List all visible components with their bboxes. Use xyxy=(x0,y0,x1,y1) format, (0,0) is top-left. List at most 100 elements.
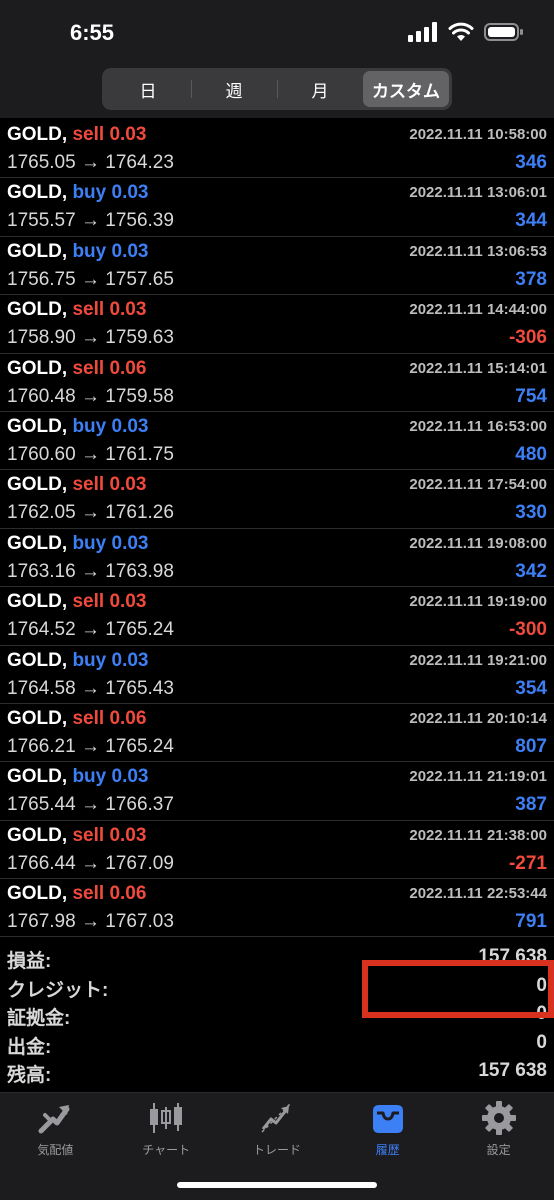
profit-label: 損益: xyxy=(7,951,52,972)
deal-row[interactable]: GOLD, buy 0.03 1764.58 → 1765.43 2022.11.1… xyxy=(0,646,554,704)
deal-symbol: GOLD, buy 0.03 xyxy=(7,650,149,672)
tab-quotes[interactable]: 気配値 xyxy=(0,1093,111,1200)
close-price: 1759.58 xyxy=(105,385,174,407)
deal-profit: -271 xyxy=(508,852,547,874)
deal-prices: 1767.98 → 1767.03 xyxy=(7,911,174,933)
balance-label: 残高: xyxy=(7,1065,52,1087)
close-price: 1757.65 xyxy=(105,268,174,290)
deal-prices: 1766.44 → 1767.09 xyxy=(7,853,174,875)
symbol-name: GOLD, xyxy=(7,824,68,846)
symbol-name: GOLD, xyxy=(7,649,68,671)
arrow-icon: → xyxy=(80,210,100,232)
deal-side: buy xyxy=(72,415,107,437)
deal-symbol: GOLD, buy 0.03 xyxy=(7,416,149,438)
tab-settings[interactable]: 設定 xyxy=(443,1093,554,1200)
deal-time: 2022.11.11 15:14:01 xyxy=(409,359,547,377)
deal-row[interactable]: GOLD, buy 0.03 1756.75 → 1757.65 2022.11.1… xyxy=(0,237,554,296)
tab-chart-label: チャート xyxy=(142,1143,191,1157)
close-price: 1763.98 xyxy=(105,560,174,582)
profit-highlight-box xyxy=(362,960,554,1018)
deal-prices: 1760.48 → 1759.58 xyxy=(7,386,174,408)
open-price: 1758.90 xyxy=(7,327,76,349)
deal-symbol: GOLD, buy 0.03 xyxy=(7,533,149,555)
deal-side: buy xyxy=(72,766,107,788)
deal-time: 2022.11.11 16:53:00 xyxy=(409,417,547,435)
deal-row[interactable]: GOLD, buy 0.03 1755.57 → 1756.39 2022.11.1… xyxy=(0,178,554,237)
deal-side: buy xyxy=(72,240,107,262)
deal-volume: 0.06 xyxy=(109,883,147,905)
deal-symbol: GOLD, sell 0.06 xyxy=(7,708,146,730)
symbol-name: GOLD, xyxy=(7,357,68,379)
deal-symbol: GOLD, buy 0.03 xyxy=(7,182,149,204)
symbol-name: GOLD, xyxy=(7,182,68,204)
summary-balance-row: 残高: 157 638 xyxy=(0,1059,554,1088)
deal-row[interactable]: GOLD, sell 0.06 1766.21 → 1765.24 2022.11.… xyxy=(0,704,554,763)
close-price: 1765.43 xyxy=(105,677,174,699)
deal-side: sell xyxy=(72,299,105,321)
gear-icon xyxy=(481,1101,516,1135)
deal-row[interactable]: GOLD, sell 0.03 1762.05 → 1761.26 2022.11.… xyxy=(0,470,554,529)
symbol-name: GOLD, xyxy=(7,474,68,496)
close-price: 1767.03 xyxy=(105,911,174,933)
deal-row[interactable]: GOLD, sell 0.06 1760.48 → 1759.58 2022.11.… xyxy=(0,354,554,412)
open-price: 1764.58 xyxy=(7,677,76,699)
deal-row[interactable]: GOLD, sell 0.03 1758.90 → 1759.63 2022.11.… xyxy=(0,295,554,354)
deal-side: sell xyxy=(72,474,105,496)
battery-icon xyxy=(484,23,523,41)
deal-profit: 344 xyxy=(515,210,547,232)
credit-label: クレジット: xyxy=(7,979,109,1001)
deal-time: 2022.11.11 14:44:00 xyxy=(409,301,547,319)
deal-row[interactable]: GOLD, buy 0.03 1763.16 → 1763.98 2022.11.1… xyxy=(0,529,554,588)
deal-symbol: GOLD, sell 0.03 xyxy=(7,299,146,321)
open-price: 1755.57 xyxy=(7,210,76,232)
close-price: 1756.39 xyxy=(105,210,174,232)
deal-prices: 1758.90 → 1759.63 xyxy=(7,327,174,349)
deal-prices: 1762.05 → 1761.26 xyxy=(7,502,174,524)
status-icons xyxy=(408,22,524,42)
withdrawal-value: 0 xyxy=(536,1031,547,1053)
deal-profit: 807 xyxy=(515,735,547,757)
history-tray-icon xyxy=(372,1105,403,1133)
tab-week[interactable]: 週 xyxy=(191,71,277,107)
deal-time: 2022.11.11 13:06:53 xyxy=(409,242,547,260)
deal-row[interactable]: GOLD, sell 0.03 1764.52 → 1765.24 2022.11.… xyxy=(0,587,554,646)
cellular-signal-icon xyxy=(408,22,437,42)
deal-symbol: GOLD, sell 0.03 xyxy=(7,474,146,496)
deal-symbol: GOLD, sell 0.03 xyxy=(7,825,146,847)
deal-side: sell xyxy=(72,824,105,846)
tab-day[interactable]: 日 xyxy=(105,71,191,107)
tab-month[interactable]: 月 xyxy=(277,71,363,107)
deal-side: sell xyxy=(72,883,105,905)
status-time: 6:55 xyxy=(70,20,115,45)
arrow-icon: → xyxy=(80,152,100,173)
deal-side: sell xyxy=(72,124,105,145)
tab-history-label: 履歴 xyxy=(375,1143,400,1157)
deal-time: 2022.11.11 19:19:00 xyxy=(409,593,547,611)
arrow-icon: → xyxy=(80,385,100,407)
deal-profit: -306 xyxy=(508,327,547,349)
deal-row[interactable]: GOLD, buy 0.03 1765.44 → 1766.37 2022.11.1… xyxy=(0,762,554,821)
deal-time: 2022.11.11 19:21:00 xyxy=(409,651,547,669)
summary-withdrawal-row: 出金: 0 xyxy=(0,1031,554,1060)
open-price: 1760.48 xyxy=(7,385,76,407)
tab-custom[interactable]: カスタム xyxy=(363,71,449,107)
deal-row[interactable]: GOLD, buy 0.03 1760.60 → 1761.75 2022.11.1… xyxy=(0,412,554,471)
deal-row[interactable]: GOLD, sell 0.03 1766.44 → 1767.09 2022.11.… xyxy=(0,821,554,880)
deal-volume: 0.03 xyxy=(111,766,149,788)
close-price: 1765.24 xyxy=(105,735,174,757)
deal-volume: 0.06 xyxy=(109,707,147,729)
deal-volume: 0.03 xyxy=(109,474,147,496)
deal-prices: 1765.05 → 1764.23 xyxy=(7,152,174,174)
deal-profit: 378 xyxy=(515,268,547,290)
deal-volume: 0.03 xyxy=(111,240,149,262)
deal-volume: 0.03 xyxy=(109,299,147,321)
deal-profit: 346 xyxy=(515,152,547,173)
open-price: 1765.05 xyxy=(7,152,76,173)
period-segmented-control: 日 週 月 カスタム xyxy=(102,68,452,110)
wifi-icon xyxy=(448,22,474,41)
symbol-name: GOLD, xyxy=(7,299,68,321)
deal-row[interactable]: GOLD, sell 0.06 1767.98 → 1767.03 2022.11.… xyxy=(0,879,554,938)
deal-side: buy xyxy=(72,182,107,204)
deal-row[interactable]: GOLD, sell 0.03 1765.05 → 1764.23 2022.11.… xyxy=(0,120,554,179)
symbol-name: GOLD, xyxy=(7,883,68,905)
